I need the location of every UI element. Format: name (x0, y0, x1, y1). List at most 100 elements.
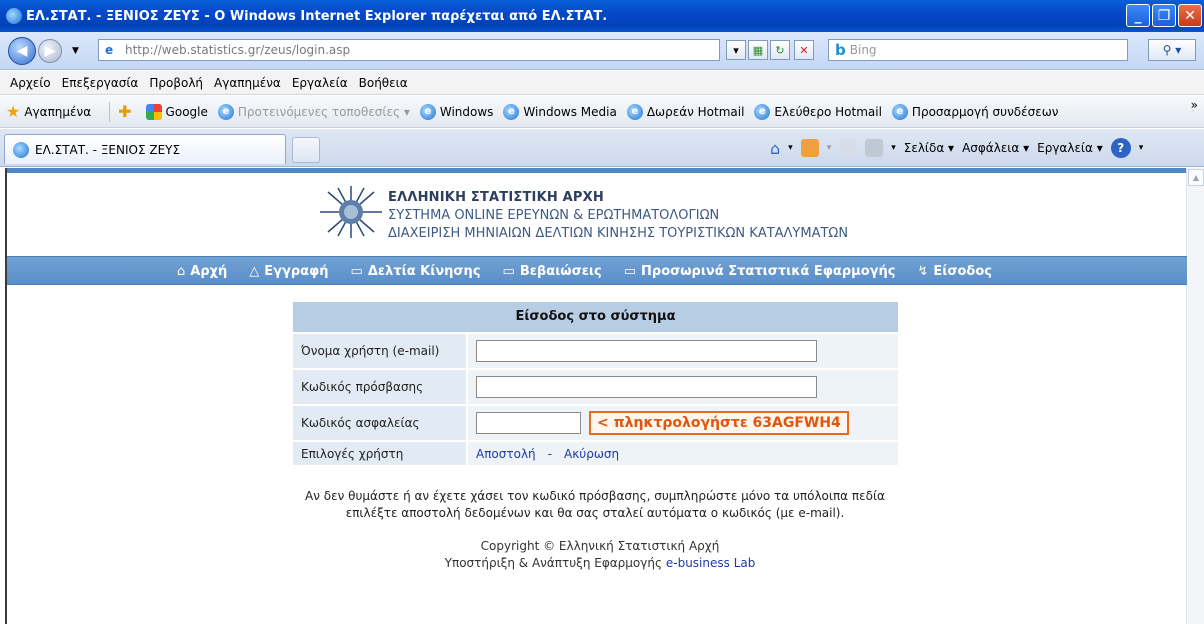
scroll-up-icon[interactable]: ▲ (1188, 169, 1204, 186)
favorites-link[interactable]: e Προσαρμογή συνδέσεων (891, 103, 1059, 120)
security-code-label: Κωδικός ασφαλείας (293, 406, 466, 440)
url-input[interactable]: e http://web.statistics.gr/zeus/login.as… (98, 39, 720, 61)
print-dropdown-icon[interactable]: ▾ (891, 143, 896, 153)
nav-label: Εγγραφή (264, 264, 329, 279)
maximize-icon[interactable]: ❐ (1152, 4, 1176, 27)
nav-home[interactable]: ⌂ Αρχή (177, 264, 227, 279)
page-icon (13, 141, 29, 158)
favorites-overflow[interactable]: » (1191, 98, 1198, 112)
separator (109, 101, 111, 122)
print-icon[interactable] (865, 139, 884, 157)
home-icon[interactable]: ⌂ (770, 139, 780, 158)
feeds-icon[interactable] (800, 139, 819, 157)
register-icon: △ (249, 264, 260, 279)
favorites-link[interactable]: Google (145, 103, 208, 120)
home-icon: ⌂ (177, 264, 186, 279)
favorites-star-icon: ★ (6, 102, 21, 121)
menu-bar: Αρχείο Επεξεργασία Προβολή Αγαπημένα Εργαλεί… (0, 71, 1204, 95)
note-line-1: Αν δεν θυμάστε ή αν έχετε χάσει τον κωδι… (305, 489, 885, 503)
favorites-link[interactable]: e Windows (419, 103, 493, 120)
site-header: ΕΛΛΗΝΙΚΗ ΣΤΑΤΙΣΤΙΚΗ ΑΡΧΗ ΣΥΣΤΗΜΑ ONLINE … (320, 178, 940, 244)
window-controls: _ ❐ ✕ (1126, 4, 1202, 27)
help-icon[interactable]: ? (1110, 138, 1131, 158)
ie-page-icon: e (891, 103, 908, 120)
back-arrow-icon: ◀ (16, 43, 28, 59)
add-to-favorites-icon: ✚ (118, 102, 132, 121)
page-menu[interactable]: Σελίδα ▾ (904, 141, 954, 155)
search-input[interactable]: b Bing (828, 39, 1128, 61)
back-button[interactable]: ◀ (8, 37, 36, 65)
menu-item[interactable]: Αρχείο (10, 76, 51, 90)
feeds-dropdown-icon[interactable]: ▾ (827, 143, 832, 153)
send-link[interactable]: Αποστολή (476, 447, 536, 461)
ie-page-icon: e (217, 103, 234, 120)
page-top-stripe (7, 168, 1187, 173)
minimize-icon[interactable]: _ (1126, 4, 1150, 27)
password-row: Κωδικός πρόσβασης (293, 368, 898, 404)
window-title-bar: ΕΛ.ΣΤΑΤ. - ΞΕΝΙΟΣ ΖΕΥΣ - Ο Windows Inter… (0, 0, 1204, 32)
menu-item[interactable]: Προβολή (149, 76, 203, 90)
nav-movement-reports[interactable]: ▭ Δελτία Κίνησης (351, 264, 481, 279)
favorites-link[interactable]: e Προτεινόμενες τοποθεσίες ▾ (217, 103, 410, 120)
menu-item[interactable]: Εργαλεία (292, 76, 348, 90)
compat-view-icon[interactable]: ▦ (748, 40, 768, 60)
stop-icon[interactable]: ✕ (794, 40, 814, 60)
safety-menu[interactable]: Ασφάλεια ▾ (962, 141, 1029, 155)
ie-page-icon: e (626, 103, 643, 120)
cancel-link[interactable]: Ακύρωση (564, 447, 619, 461)
ie-page-icon: e (419, 103, 436, 120)
favorites-links: Google e Προτεινόμενες τοποθεσίες ▾ e Window… (145, 103, 1069, 120)
favorites-link-label: Google (165, 104, 208, 119)
mail-icon[interactable] (839, 139, 858, 157)
nav-login[interactable]: ↯ Είσοδος (918, 264, 992, 279)
history-dropdown-icon[interactable]: ▼ (72, 46, 79, 56)
google-icon (145, 103, 162, 120)
favorites-link-label: Προτεινόμενες τοποθεσίες ▾ (237, 104, 410, 119)
security-code-input[interactable] (476, 412, 581, 434)
nav-register[interactable]: △ Εγγραφή (249, 264, 328, 279)
username-input[interactable] (476, 340, 817, 362)
favorites-bar: ★ Αγαπημένα ✚ Google e Προτεινόμενες τοποθ… (0, 96, 1204, 128)
security-code-row: Κωδικός ασφαλείας < πληκτρολογήστε 63AGF… (293, 404, 898, 440)
password-input[interactable] (476, 376, 817, 398)
close-icon[interactable]: ✕ (1178, 4, 1202, 27)
nav-certificates[interactable]: ▭ Βεβαιώσεις (503, 264, 602, 279)
user-options-row: Επιλογές χρήστη Αποστολή - Ακύρωση (293, 440, 898, 465)
new-tab-button[interactable] (292, 137, 320, 163)
nav-temporary-statistics[interactable]: ▭ Προσωρινά Στατιστικά Εφαρμογής (624, 264, 896, 279)
org-name: ΕΛΛΗΝΙΚΗ ΣΤΑΤΙΣΤΙΚΗ ΑΡΧΗ (388, 190, 604, 205)
nav-label: Είσοδος (933, 264, 992, 279)
favorites-link[interactable]: e Windows Media (503, 103, 617, 120)
ie-page-icon: e (503, 103, 520, 120)
menu-item[interactable]: Επεξεργασία (62, 76, 139, 90)
nav-label: Δελτία Κίνησης (367, 264, 481, 279)
note-line-2: επιλέξτε αποστολή δεδομένων και θα σας σ… (345, 506, 845, 520)
favorites-link[interactable]: e Ελεύθερο Hotmail (754, 103, 882, 120)
add-favorites-button[interactable]: ✚ (118, 102, 135, 121)
help-dropdown-icon[interactable]: ▾ (1139, 143, 1144, 153)
url-domain: http://web.statistics.gr (125, 43, 261, 57)
favorites-link[interactable]: e Δωρεάν Hotmail (626, 103, 744, 120)
address-dropdown-icon[interactable]: ▾ (726, 40, 746, 60)
app-subtitle: ΔΙΑΧΕΙΡΙΣΗ ΜΗΝΙΑΙΩΝ ΔΕΛΤΙΩΝ ΚΙΝΗΣΗΣ ΤΟΥΡ… (388, 226, 849, 241)
ie-icon (6, 8, 22, 24)
nav-label: Αρχή (190, 264, 228, 279)
password-recovery-note: Αν δεν θυμάστε ή αν έχετε χάσει τον κωδι… (190, 488, 1000, 522)
tab-statistics[interactable]: ΕΛ.ΣΤΑΤ. - ΞΕΝΙΟΣ ΖΕΥΣ (4, 134, 286, 164)
page-icon: e (105, 43, 114, 57)
favorites-link-label: Προσαρμογή συνδέσεων (911, 104, 1059, 119)
system-subtitle: ΣΥΣΤΗΜΑ ONLINE ΕΡΕΥΝΩΝ & ΕΡΩΤΗΜΑΤΟΛΟΓΙΩΝ (388, 208, 720, 223)
search-icon: ⚲ ▾ (1162, 43, 1182, 57)
search-button[interactable]: ⚲ ▾ (1148, 39, 1196, 61)
menu-item[interactable]: Αγαπημένα (214, 76, 281, 90)
tools-menu[interactable]: Εργαλεία ▾ (1037, 141, 1103, 155)
menu-item[interactable]: Βοήθεια (359, 76, 408, 90)
refresh-icon[interactable]: ↻ (770, 40, 790, 60)
command-bar: ⌂ ▾ ▾ ▾ Σελίδα ▾ Ασφάλεια ▾ Εργαλεία ▾ ?… (770, 137, 1143, 159)
ebusiness-lab-link[interactable]: e-business Lab (666, 556, 755, 570)
vertical-scrollbar[interactable]: ▲ (1186, 168, 1204, 624)
window-title: ΕΛ.ΣΤΑΤ. - ΞΕΝΙΟΣ ΖΕΥΣ - Ο Windows Inter… (26, 8, 608, 24)
forward-button[interactable]: ▶ (38, 39, 62, 63)
home-dropdown-icon[interactable]: ▾ (788, 143, 793, 153)
favorites-button[interactable]: ★ Αγαπημένα (6, 102, 91, 121)
